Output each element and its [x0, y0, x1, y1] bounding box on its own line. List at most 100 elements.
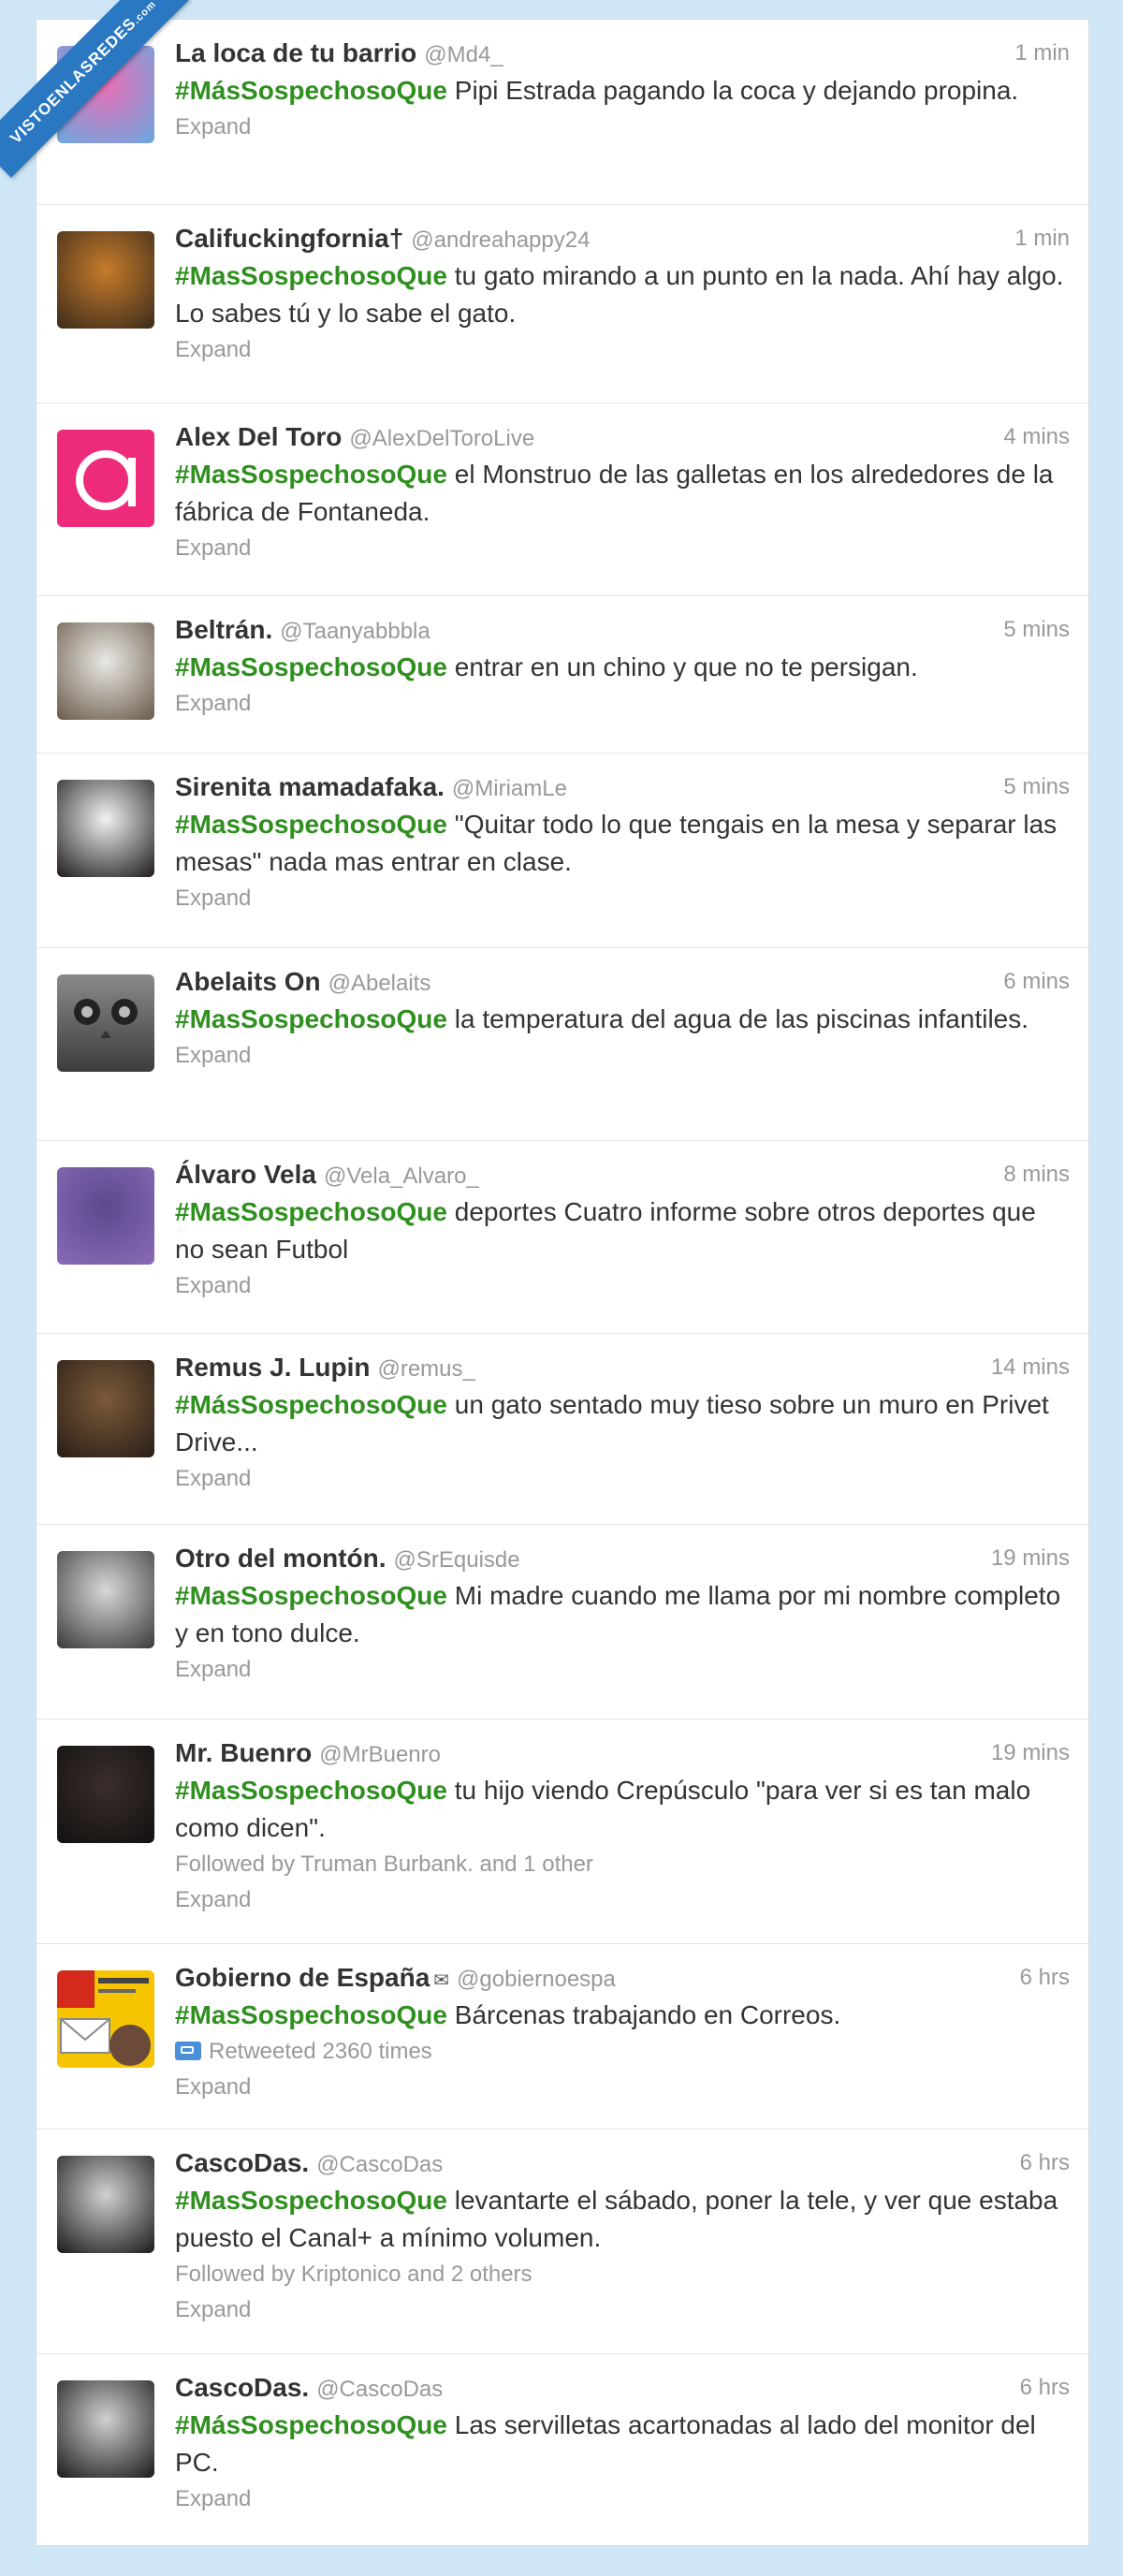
expand-link[interactable]: Expand — [175, 332, 1070, 368]
author-name[interactable]: Beltrán. — [175, 615, 272, 644]
expand-link[interactable]: Expand — [175, 1461, 1070, 1497]
hashtag-link[interactable]: #MasSospechosoQue — [175, 460, 447, 489]
author-handle[interactable]: @CascoDas — [316, 2152, 443, 2177]
author-name[interactable]: CascoDas. — [175, 2148, 309, 2177]
followed-by-info[interactable]: Followed by Kriptonico and 2 others — [175, 2257, 1070, 2292]
avatar[interactable] — [57, 2380, 154, 2478]
expand-link[interactable]: Expand — [175, 2292, 1070, 2328]
avatar[interactable] — [57, 780, 154, 877]
tweet-item[interactable]: Remus J. Lupin @remus_ 14 mins #MásSospecho… — [36, 1334, 1088, 1525]
hashtag-link[interactable]: #MasSospechosoQue — [175, 1004, 447, 1033]
author-name[interactable]: CascoDas. — [175, 2373, 309, 2402]
hashtag-link[interactable]: #MasSospechosoQue — [175, 2186, 447, 2215]
expand-link[interactable]: Expand — [175, 2481, 1070, 2517]
tweet-header: CascoDas. @CascoDas 6 hrs — [175, 2144, 1070, 2182]
tweet-timestamp[interactable]: 19 mins — [991, 1734, 1070, 1772]
hashtag-link[interactable]: #MasSospechosoQue — [175, 261, 447, 290]
hashtag-link[interactable]: #MásSospechosoQue — [175, 1390, 447, 1419]
avatar[interactable] — [57, 622, 154, 720]
tweet-timestamp[interactable]: 19 mins — [991, 1540, 1070, 1577]
tweet-item[interactable]: Califuckingfornia† @andreahappy24 1 min #Ma… — [36, 205, 1088, 403]
avatar[interactable] — [57, 1167, 154, 1265]
expand-link[interactable]: Expand — [175, 881, 1070, 916]
avatar[interactable] — [57, 2156, 154, 2253]
retweet-count[interactable]: Retweeted 2360 times — [175, 2034, 1070, 2070]
meta-text: Retweeted 2360 times — [209, 2039, 432, 2064]
tweet-timestamp[interactable]: 6 hrs — [1020, 1959, 1070, 1997]
author-name[interactable]: Alex Del Toro — [175, 422, 342, 451]
expand-link[interactable]: Expand — [175, 2070, 1070, 2105]
followed-by-info[interactable]: Followed by Truman Burbank. and 1 other — [175, 1847, 1070, 1882]
expand-link[interactable]: Expand — [175, 531, 1070, 566]
author-handle[interactable]: @MrBuenro — [319, 1742, 441, 1767]
tweet-timestamp[interactable]: 5 mins — [1003, 768, 1070, 806]
tweet-item[interactable]: La loca de tu barrio @Md4_ 1 min #MásSospec… — [36, 20, 1088, 205]
avatar[interactable] — [57, 430, 154, 527]
author-name[interactable]: Sirenita mamadafaka. — [175, 772, 445, 801]
tweet-timestamp[interactable]: 6 hrs — [1020, 2369, 1070, 2407]
hashtag-link[interactable]: #MasSospechosoQue — [175, 1197, 447, 1226]
hashtag-link[interactable]: #MasSospechosoQue — [175, 652, 447, 681]
tweet-text: #MásSospechosoQue Las servilletas acarto… — [175, 2407, 1070, 2481]
tweet-item[interactable]: Otro del montón. @SrEquisde 19 mins #MasSos… — [36, 1525, 1088, 1720]
hashtag-link[interactable]: #MásSospechosoQue — [175, 2410, 447, 2439]
author-name[interactable]: Abelaits On — [175, 967, 321, 996]
avatar[interactable] — [57, 974, 154, 1072]
tweet-item[interactable]: CascoDas. @CascoDas 6 hrs #MásSospechosoQue… — [36, 2354, 1088, 2545]
hashtag-link[interactable]: #MasSospechosoQue — [175, 810, 447, 839]
author-name[interactable]: Califuckingfornia† — [175, 224, 403, 253]
expand-link[interactable]: Expand — [175, 1038, 1070, 1074]
tweet-item[interactable]: Alex Del Toro @AlexDelToroLive 4 mins #MasS… — [36, 403, 1088, 596]
tweet-item[interactable]: Álvaro Vela @Vela_Alvaro_ 8 mins #MasSospec… — [36, 1141, 1088, 1334]
hashtag-link[interactable]: #MasSospechosoQue — [175, 1776, 447, 1805]
author-handle[interactable]: @andreahappy24 — [411, 227, 590, 253]
tweet-timestamp[interactable]: 5 mins — [1003, 611, 1070, 649]
author-name[interactable]: Mr. Buenro — [175, 1738, 312, 1767]
avatar[interactable] — [57, 1970, 154, 2068]
tweet-item[interactable]: Sirenita mamadafaka. @MiriamLe 5 mins #MasS… — [36, 754, 1088, 948]
expand-link[interactable]: Expand — [175, 686, 1070, 722]
author-handle[interactable]: @SrEquisde — [394, 1547, 520, 1573]
author-handle[interactable]: @remus_ — [377, 1356, 474, 1382]
author-name[interactable]: Otro del montón. — [175, 1544, 386, 1573]
tweet-timestamp[interactable]: 1 min — [1014, 35, 1070, 72]
author-handle[interactable]: @gobiernoespa — [457, 1967, 616, 1992]
tweet-timestamp[interactable]: 6 mins — [1003, 963, 1070, 1001]
cat-photo-icon — [74, 999, 138, 1038]
tweet-message: Pipi Estrada pagando la coca y dejando p… — [446, 76, 1019, 105]
author-handle[interactable]: @Abelaits — [328, 971, 431, 996]
author-name[interactable]: Gobierno de España — [175, 1963, 430, 1992]
tweet-timestamp[interactable]: 4 mins — [1003, 418, 1070, 456]
tweet-item[interactable]: CascoDas. @CascoDas 6 hrs #MasSospechosoQue… — [36, 2130, 1088, 2354]
hashtag-link[interactable]: #MasSospechosoQue — [175, 2000, 447, 2029]
author-name[interactable]: Remus J. Lupin — [175, 1353, 370, 1382]
author-handle[interactable]: @MiriamLe — [452, 776, 567, 801]
expand-link[interactable]: Expand — [175, 110, 1070, 145]
author-handle[interactable]: @Taanyabbbla — [280, 619, 430, 644]
avatar[interactable] — [57, 1746, 154, 1843]
tweet-item[interactable]: Abelaits On @Abelaits 6 mins #MasSospechoso… — [36, 948, 1088, 1141]
avatar[interactable] — [57, 1360, 154, 1457]
tweet-item[interactable]: Gobierno de España ✉ @gobiernoespa 6 hrs #Ma… — [36, 1944, 1088, 2130]
tweet-item[interactable]: Mr. Buenro @MrBuenro 19 mins #MasSospechoso… — [36, 1720, 1088, 1944]
author-handle[interactable]: @Vela_Alvaro_ — [324, 1164, 479, 1189]
tweet-item[interactable]: Beltrán. @Taanyabbbla 5 mins #MasSospechoso… — [36, 596, 1088, 754]
expand-link[interactable]: Expand — [175, 1268, 1070, 1304]
hashtag-link[interactable]: #MásSospechosoQue — [175, 76, 447, 105]
tweet-timestamp[interactable]: 14 mins — [991, 1349, 1070, 1386]
avatar[interactable] — [57, 1551, 154, 1648]
expand-link[interactable]: Expand — [175, 1882, 1070, 1918]
tweet-timestamp[interactable]: 8 mins — [1003, 1156, 1070, 1193]
author-name[interactable]: La loca de tu barrio — [175, 38, 416, 67]
tweet-header: Gobierno de España ✉ @gobiernoespa 6 hrs — [175, 1959, 1070, 1997]
tweet-timestamp[interactable]: 1 min — [1014, 220, 1070, 257]
author-handle[interactable]: @AlexDelToroLive — [349, 426, 534, 451]
avatar[interactable] — [57, 231, 154, 329]
hashtag-link[interactable]: #MasSospechosoQue — [175, 1581, 447, 1610]
tweet-timestamp[interactable]: 6 hrs — [1020, 2144, 1070, 2182]
expand-link[interactable]: Expand — [175, 1652, 1070, 1688]
tweet-header: Califuckingfornia† @andreahappy24 1 min — [175, 220, 1070, 257]
author-handle[interactable]: @CascoDas — [316, 2377, 443, 2402]
author-handle[interactable]: @Md4_ — [424, 42, 503, 67]
author-name[interactable]: Álvaro Vela — [175, 1160, 316, 1189]
